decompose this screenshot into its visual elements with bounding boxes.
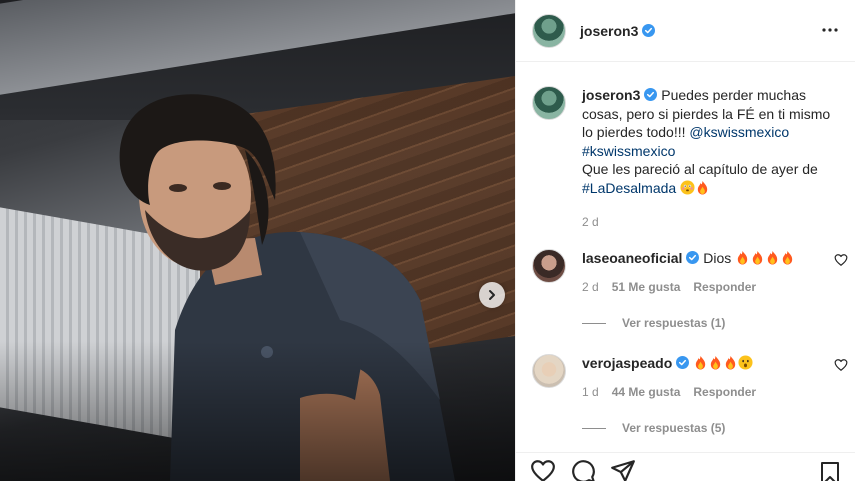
next-photo-button[interactable] (479, 282, 505, 308)
view-replies-label[interactable]: Ver respuestas (1) (622, 316, 725, 330)
view-replies-label[interactable]: Ver respuestas (5) (622, 421, 725, 435)
comment-bubble-icon[interactable] (570, 458, 596, 481)
reply-button[interactable]: Responder (693, 280, 756, 294)
caption-hashtag-1[interactable]: #kswissmexico (582, 143, 675, 159)
comment-text: verojaspeado (582, 354, 828, 372)
share-paper-plane-icon[interactable] (610, 458, 636, 481)
fire-emoji-icon (783, 250, 793, 265)
fire-emoji-icon (768, 250, 778, 265)
verified-badge-icon (642, 24, 656, 37)
fire-emoji-icon (753, 250, 763, 265)
fire-emoji-icon (725, 355, 736, 370)
comment-text: laseoaneoficial Dios (582, 249, 828, 267)
comment-avatar[interactable] (532, 249, 566, 283)
post-caption: joseron3 Puedes perder muchas cosas, per… (532, 86, 848, 232)
comment-meta: 2 d 51 Me gusta Responder (582, 280, 828, 294)
caption-body: joseron3 Puedes perder muchas cosas, per… (582, 86, 842, 232)
avatar[interactable] (532, 13, 566, 48)
like-comment-heart-icon[interactable] (834, 358, 848, 372)
photo-shadow (0, 341, 515, 481)
verified-badge-icon (676, 356, 690, 369)
comment-username[interactable]: verojaspeado (582, 355, 672, 371)
fire-emoji-icon (710, 355, 721, 370)
replies-divider (582, 427, 606, 429)
view-replies-button[interactable]: Ver respuestas (5) (582, 421, 725, 435)
caption-text-2: Que les pareció al capítulo de ayer de (582, 161, 818, 177)
reply-button[interactable]: Responder (693, 385, 756, 399)
caption-avatar[interactable] (532, 86, 566, 120)
astonished-face-emoji-icon (738, 355, 753, 370)
verified-badge-icon (686, 251, 700, 264)
comment-body: verojaspeado 1 d 44 Me gusta Responder (582, 354, 828, 399)
comment-body: laseoaneoficial Dios 2 d 51 Me gusta Res… (582, 249, 828, 294)
post-header: joseron3 (516, 0, 855, 62)
header-username[interactable]: joseron3 (580, 23, 638, 39)
fire-emoji-icon (697, 180, 708, 195)
comment-username[interactable]: laseoaneoficial (582, 250, 682, 266)
post-side-panel: joseron3 joseron3 Puedes perder muchas c… (515, 0, 855, 481)
like-heart-icon[interactable] (530, 458, 556, 481)
comment-meta: 1 d 44 Me gusta Responder (582, 385, 828, 399)
comment-likes[interactable]: 44 Me gusta (612, 385, 681, 399)
like-comment-heart-icon[interactable] (834, 253, 848, 267)
chevron-right-icon (489, 290, 495, 300)
comment-avatar[interactable] (532, 354, 566, 388)
more-horizontal-icon (822, 28, 838, 32)
comment-message: Dios (703, 250, 732, 266)
fire-emojis (693, 355, 753, 371)
flushed-face-emoji-icon (680, 179, 695, 195)
caption-mention[interactable]: @kswissmexico (689, 124, 789, 140)
verified-badge-icon (644, 88, 658, 101)
save-bookmark-icon[interactable] (818, 461, 842, 481)
comment-time[interactable]: 1 d (582, 385, 599, 399)
post-photo[interactable] (0, 0, 515, 481)
replies-divider (582, 322, 606, 324)
post-action-bar (516, 452, 855, 481)
caption-text: joseron3 Puedes perder muchas cosas, per… (582, 86, 842, 197)
caption-username[interactable]: joseron3 (582, 87, 640, 103)
view-replies-button[interactable]: Ver respuestas (1) (582, 316, 725, 330)
fire-emoji-icon (695, 355, 706, 370)
instagram-post: joseron3 joseron3 Puedes perder muchas c… (0, 0, 855, 481)
caption-timestamp[interactable]: 2 d (582, 213, 842, 232)
fire-emojis (735, 250, 795, 266)
comment-item: laseoaneoficial Dios 2 d 51 Me gusta Res… (532, 249, 848, 294)
comment-time[interactable]: 2 d (582, 280, 599, 294)
caption-hashtag-2[interactable]: #LaDesalmada (582, 180, 676, 196)
more-options-button[interactable] (818, 18, 842, 42)
fire-emoji-icon (738, 250, 748, 265)
comment-likes[interactable]: 51 Me gusta (612, 280, 681, 294)
comment-item: verojaspeado 1 d 44 Me gusta Responder (532, 354, 848, 399)
